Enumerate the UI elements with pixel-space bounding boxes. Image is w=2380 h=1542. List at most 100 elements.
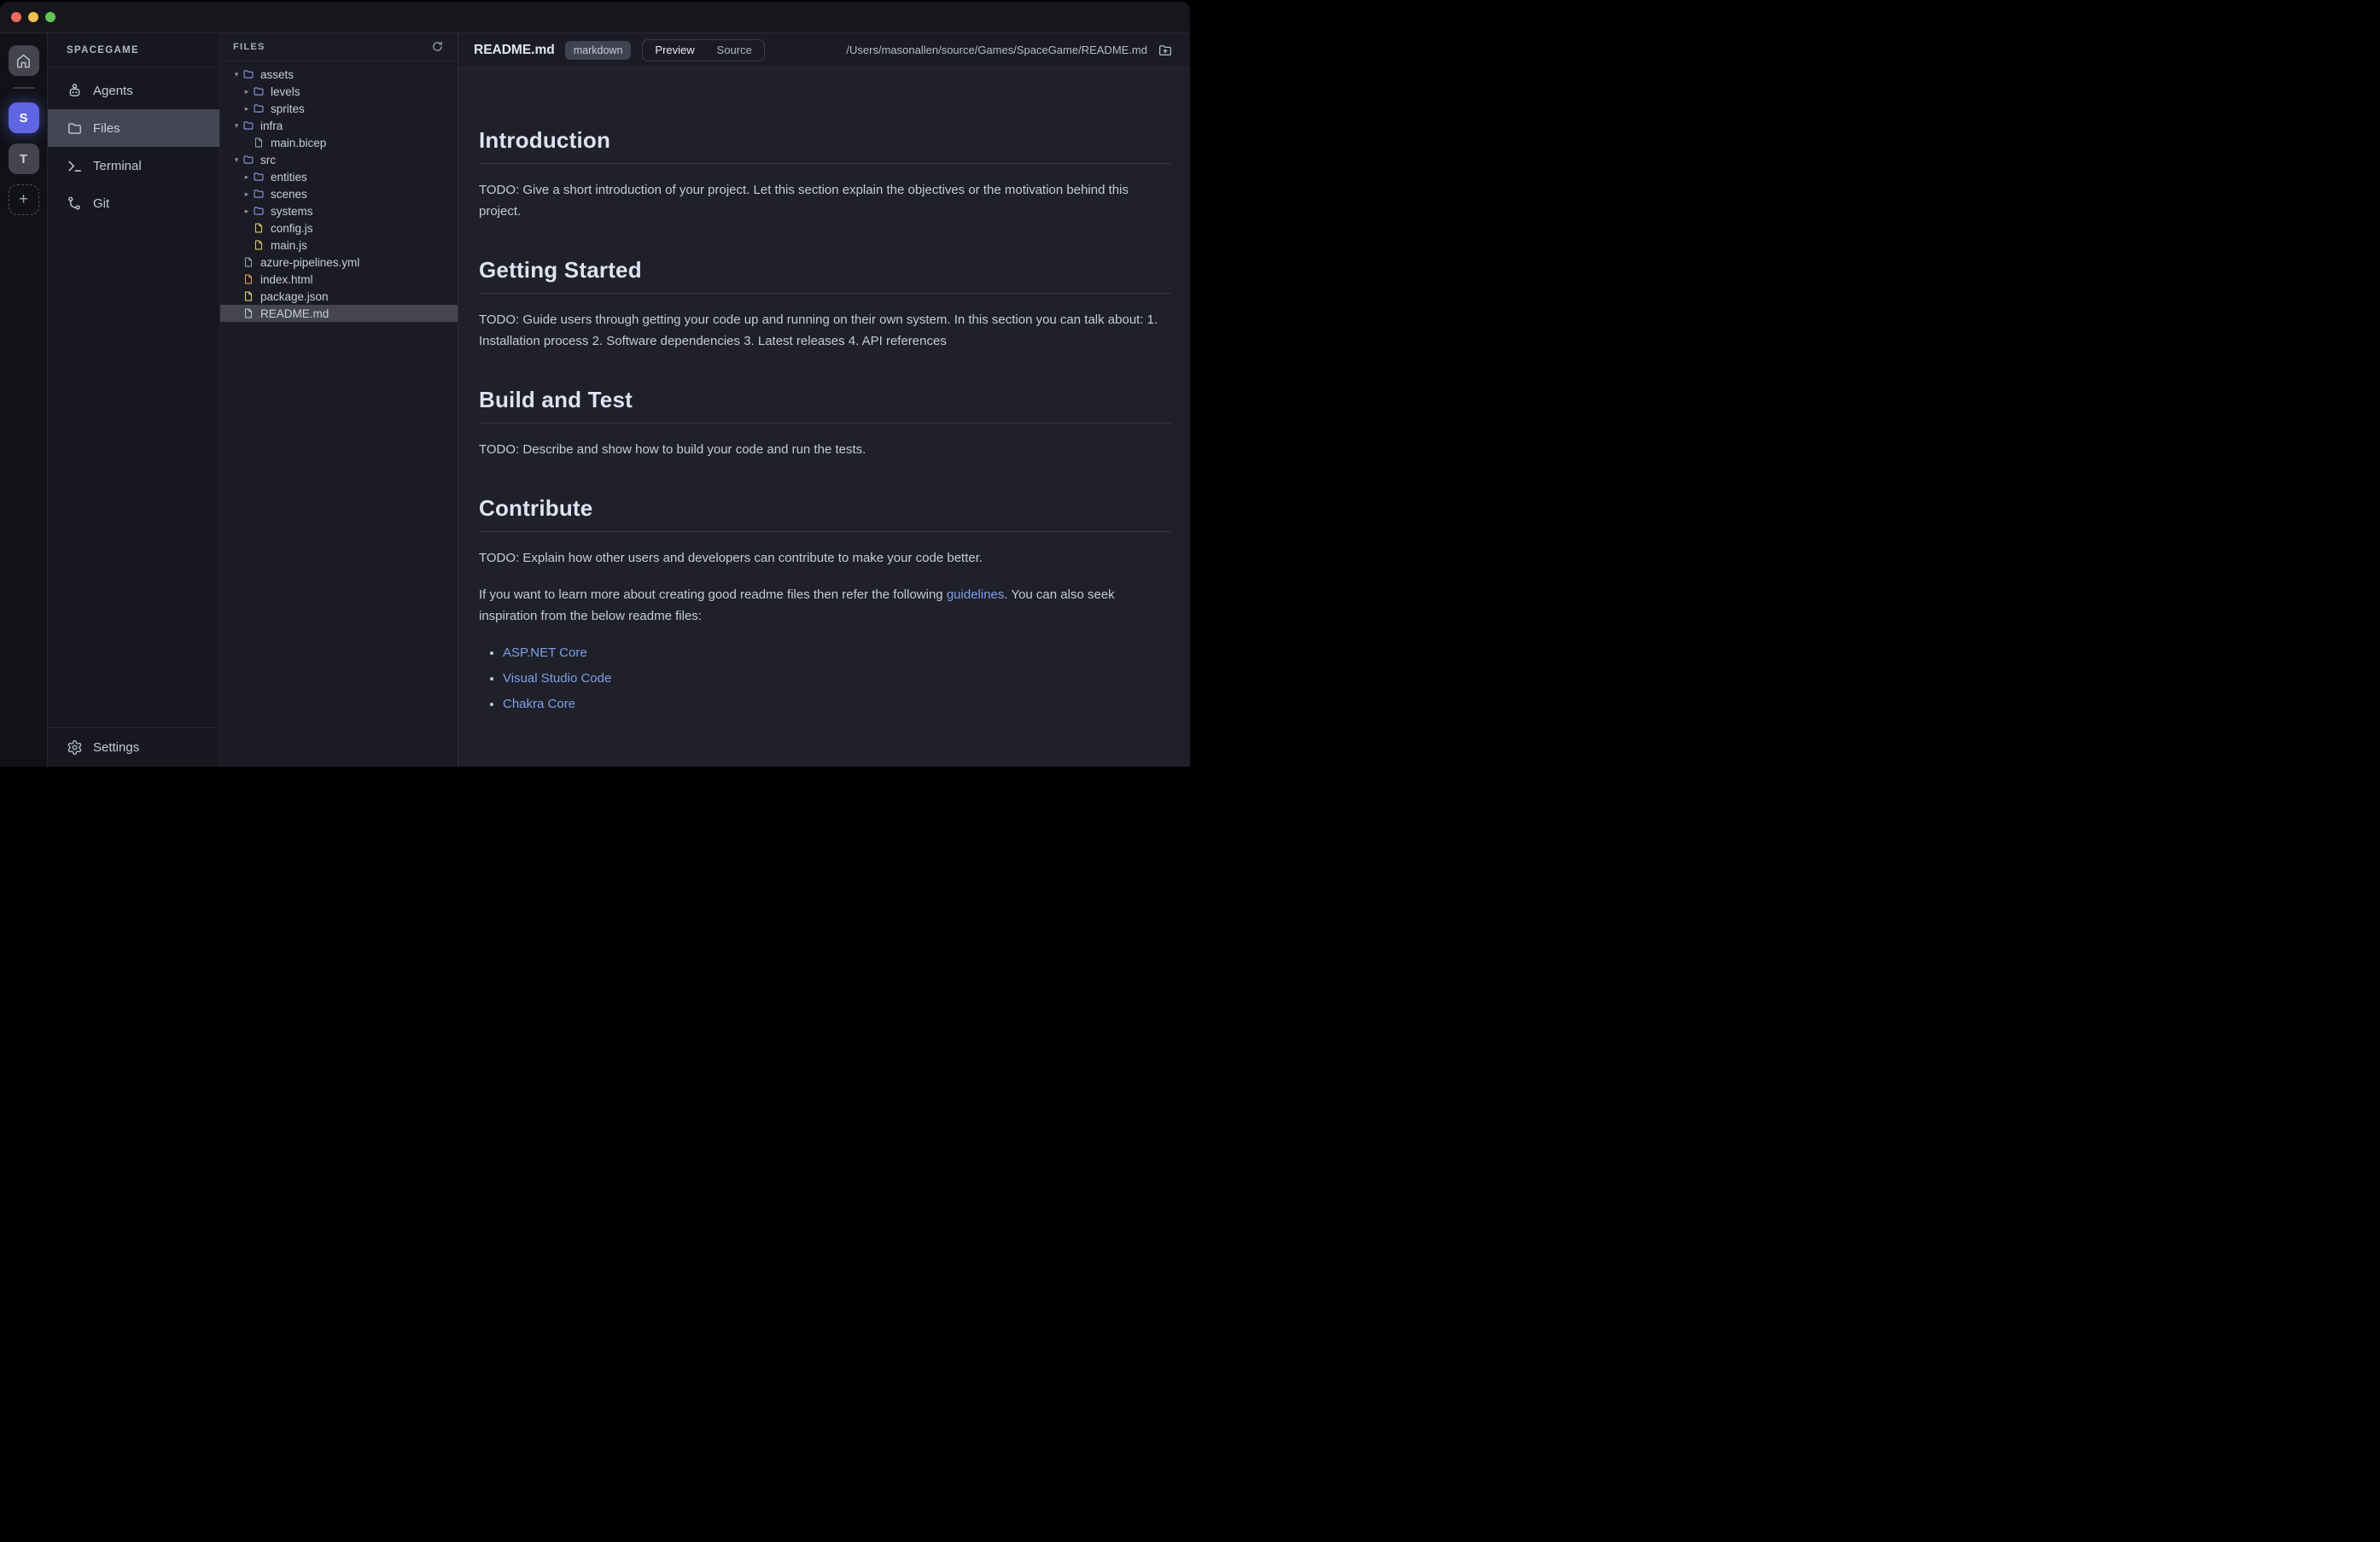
file-icon — [242, 290, 254, 302]
refresh-button[interactable] — [431, 40, 445, 54]
tree-row-entities[interactable]: ▸ entities — [220, 168, 458, 185]
doc-section-introduction: IntroductionTODO: Give a short introduct… — [479, 126, 1171, 222]
folder-icon — [253, 85, 265, 97]
caret-right-icon[interactable]: ▸ — [241, 190, 253, 198]
guidelines-link[interactable]: guidelines — [947, 587, 1005, 602]
sidebar-item-terminal[interactable]: Terminal — [48, 147, 219, 184]
caret-down-icon[interactable]: ▾ — [230, 156, 242, 164]
workspace-button-t[interactable]: T — [9, 143, 39, 174]
sidebar-item-git[interactable]: Git — [48, 184, 219, 222]
file-path: /Users/masonallen/source/Games/SpaceGame… — [846, 44, 1147, 56]
file-icon — [253, 137, 265, 149]
tree-row-label: main.bicep — [271, 137, 326, 149]
language-badge: markdown — [565, 41, 632, 60]
tree-row-sprites[interactable]: ▸ sprites — [220, 100, 458, 117]
list-item: Chakra Core — [503, 693, 1171, 715]
caret-right-icon[interactable]: ▸ — [241, 207, 253, 215]
project-title: SPACEGAME — [67, 45, 139, 55]
toggle-preview[interactable]: Preview — [655, 44, 694, 56]
sidebar-item-label: Terminal — [93, 159, 142, 173]
sidebar-nav: AgentsFiles Terminal Git — [48, 67, 219, 222]
tree-row-label: entities — [271, 171, 307, 184]
bot-icon — [67, 83, 83, 99]
readme-link-visual-studio-code[interactable]: Visual Studio Code — [503, 671, 611, 686]
tree-row-label: azure-pipelines.yml — [260, 256, 359, 269]
tree-row-label: levels — [271, 85, 300, 98]
tree-row-systems[interactable]: ▸ systems — [220, 202, 458, 219]
document: IntroductionTODO: Give a short introduct… — [458, 67, 1190, 767]
files-panel-header: FILES — [220, 33, 458, 61]
workspace-button-s[interactable]: S — [9, 102, 39, 133]
tree-row-label: package.json — [260, 290, 329, 303]
file-icon — [242, 256, 254, 268]
tree-row-readme-md[interactable]: README.md — [220, 305, 458, 322]
terminal-icon — [67, 158, 83, 174]
tree-row-scenes[interactable]: ▸scenes — [220, 185, 458, 202]
gear-icon — [67, 739, 83, 756]
tree-row-src[interactable]: ▾src — [220, 151, 458, 168]
tree-row-main-bicep[interactable]: main.bicep — [220, 134, 458, 151]
doc-section-contribute: ContributeTODO: Explain how other users … — [479, 494, 1171, 715]
reveal-in-folder-button[interactable] — [1158, 43, 1173, 58]
add-workspace-button[interactable]: + — [9, 184, 39, 215]
traffic-lights — [11, 12, 55, 22]
sidebar-item-label: Git — [93, 196, 109, 211]
tree-row-label: config.js — [271, 222, 313, 235]
file-icon — [242, 273, 254, 285]
section-paragraph: TODO: Guide users through getting your c… — [479, 309, 1171, 352]
tree-row-infra[interactable]: ▾infra — [220, 117, 458, 134]
caret-right-icon[interactable]: ▸ — [241, 105, 253, 113]
caret-down-icon[interactable]: ▾ — [230, 122, 242, 130]
tree-row-config-js[interactable]: config.js — [220, 219, 458, 237]
sidebar-item-agents[interactable]: Agents — [48, 72, 219, 109]
titlebar[interactable] — [0, 2, 1190, 33]
home-button[interactable] — [9, 45, 39, 76]
tree-row-package-json[interactable]: package.json — [220, 288, 458, 305]
folder-up-icon — [1158, 43, 1173, 58]
tree-row-main-js[interactable]: main.js — [220, 237, 458, 254]
tree-row-index-html[interactable]: index.html — [220, 271, 458, 288]
tree-row-levels[interactable]: ▸ levels — [220, 83, 458, 100]
section-heading: Introduction — [479, 126, 1171, 164]
list-item: Visual Studio Code — [503, 668, 1171, 689]
plus-icon: + — [19, 190, 28, 209]
list-item: ASP.NET Core — [503, 642, 1171, 663]
tree-row-label: systems — [271, 205, 313, 218]
tree-row-label: assets — [260, 68, 294, 81]
tree-row-azure-pipelines-yml[interactable]: azure-pipelines.yml — [220, 254, 458, 271]
tree-row-label: sprites — [271, 102, 305, 115]
traffic-light-zoom[interactable] — [45, 12, 55, 22]
caret-right-icon[interactable]: ▸ — [241, 173, 253, 181]
tree-row-assets[interactable]: ▾ assets — [220, 66, 458, 83]
sidebar-item-files[interactable]: Files — [48, 109, 219, 147]
caret-right-icon[interactable]: ▸ — [241, 88, 253, 96]
file-icon — [253, 239, 265, 251]
caret-down-icon[interactable]: ▾ — [230, 71, 242, 79]
refresh-icon — [431, 40, 444, 54]
settings-button[interactable]: Settings — [48, 727, 219, 767]
rail-divider — [13, 87, 35, 89]
folder-icon — [253, 188, 265, 200]
app-window: ST + SPACEGAME AgentsFiles Terminal Git S — [0, 2, 1190, 767]
toggle-source[interactable]: Source — [717, 44, 752, 56]
file-icon — [242, 307, 254, 319]
file-icon — [253, 222, 265, 234]
files-panel-title: FILES — [233, 42, 265, 52]
folder-icon — [242, 120, 254, 131]
file-title: README.md — [474, 43, 555, 58]
readme-link-chakra-core[interactable]: Chakra Core — [503, 697, 575, 711]
files-panel: FILES ▾ assets ▸ levels ▸ sprites ▾infra main.b… — [220, 33, 458, 767]
readme-links-list: ASP.NET Core Visual Studio Code Chakra Cor… — [479, 642, 1171, 715]
doc-section-getting-started: Getting StartedTODO: Guide users through… — [479, 256, 1171, 352]
folder-icon — [242, 154, 254, 166]
editor-header: README.md markdown Preview Source /Users… — [458, 33, 1190, 67]
file-tree: ▾assets▸levels▸sprites▾inframain.bicep▾s… — [220, 61, 458, 322]
settings-label: Settings — [93, 740, 139, 755]
folder-icon — [253, 205, 265, 217]
left-rail: ST + — [0, 33, 47, 767]
home-icon — [15, 53, 32, 69]
traffic-light-minimize[interactable] — [28, 12, 38, 22]
readme-link-asp-net-core[interactable]: ASP.NET Core — [503, 645, 587, 660]
section-paragraph: TODO: Describe and show how to build you… — [479, 439, 1171, 460]
traffic-light-close[interactable] — [11, 12, 21, 22]
